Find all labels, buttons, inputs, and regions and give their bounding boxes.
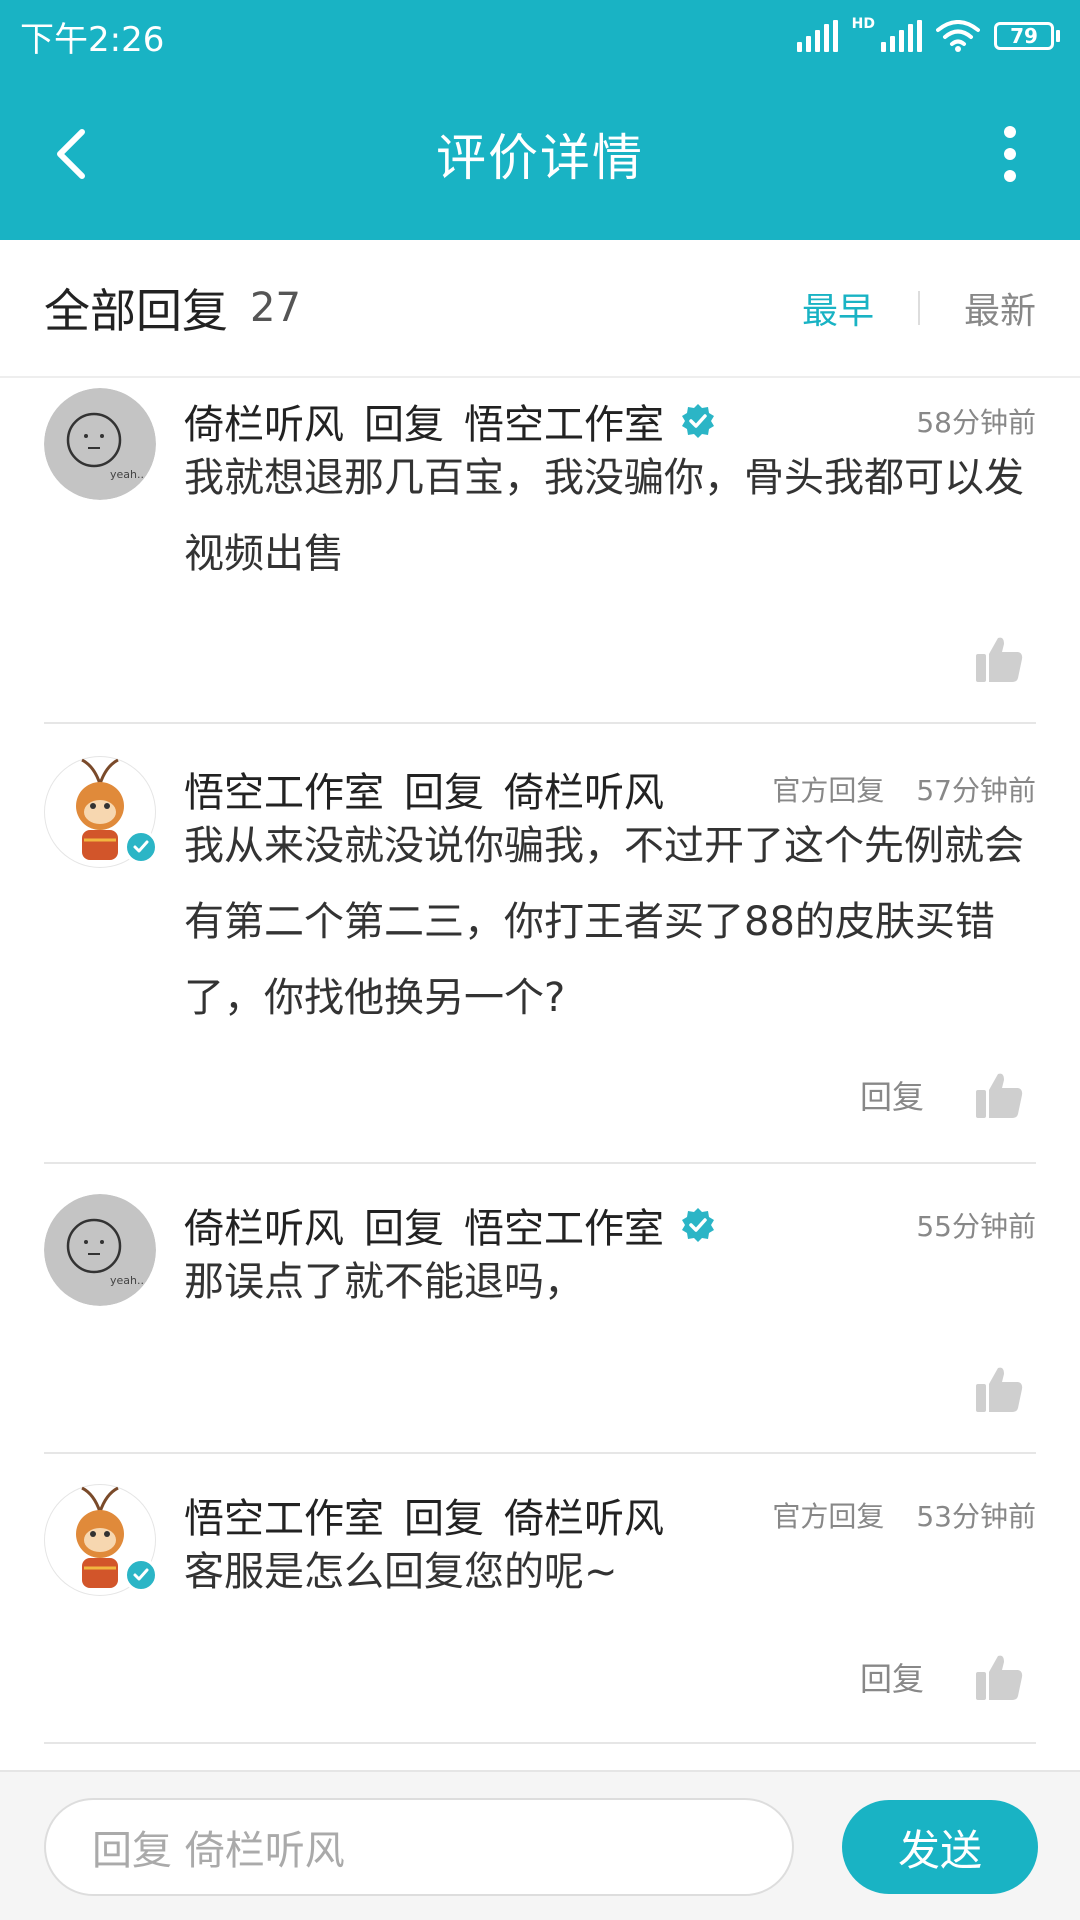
comment-meta: 55分钟前 bbox=[916, 1205, 1036, 1245]
comment-actions bbox=[974, 1364, 1024, 1414]
chevron-left-icon bbox=[57, 129, 85, 179]
avatar[interactable] bbox=[44, 1484, 158, 1596]
svg-text:yeah..: yeah.. bbox=[110, 1274, 144, 1287]
comment-time: 55分钟前 bbox=[916, 1210, 1036, 1243]
status-icons: HD 79 bbox=[796, 16, 1060, 52]
comment-actions bbox=[974, 634, 1024, 684]
status-bar: 下午2:26 HD 79 bbox=[0, 0, 1080, 72]
comment-text: 那误点了就不能退吗， bbox=[184, 1259, 584, 1305]
like-icon[interactable] bbox=[974, 1070, 1024, 1120]
avatar[interactable]: yeah.. bbox=[44, 388, 156, 500]
tab-divider bbox=[917, 291, 920, 325]
wifi-icon bbox=[936, 20, 980, 52]
reply-bar: 回复 倚栏听风 发送 bbox=[0, 1770, 1080, 1920]
verified-badge bbox=[124, 1558, 158, 1592]
verified-icon bbox=[682, 404, 714, 438]
comment-meta: 官方回复 53分钟前 bbox=[772, 1495, 1036, 1535]
comment-meta: 官方回复 57分钟前 bbox=[772, 769, 1036, 809]
comment-meta: 58分钟前 bbox=[916, 401, 1036, 441]
signal-icon-2 bbox=[881, 20, 922, 52]
comment-text: 我就想退那几百宝，我没骗你，骨头我都可以发视频出售 bbox=[184, 455, 1024, 577]
verified-icon bbox=[682, 1208, 714, 1242]
hd-label: HD bbox=[851, 16, 875, 32]
comment-text: 客服是怎么回复您的呢~ bbox=[184, 1549, 618, 1595]
signal-icon bbox=[796, 20, 838, 52]
check-icon bbox=[133, 840, 149, 853]
official-reply-tag: 官方回复 bbox=[772, 774, 885, 807]
reply-button[interactable]: 回复 bbox=[860, 1654, 924, 1700]
replies-header: 全部回复 27 最早 最新 bbox=[0, 240, 1080, 378]
battery-level: 79 bbox=[994, 22, 1054, 50]
user-avatar-icon: yeah.. bbox=[44, 1194, 156, 1306]
send-button[interactable]: 发送 bbox=[842, 1800, 1038, 1894]
official-reply-tag: 官方回复 bbox=[772, 1500, 885, 1533]
all-replies-label: 全部回复 bbox=[44, 284, 228, 338]
like-icon[interactable] bbox=[974, 1364, 1024, 1414]
battery-icon: 79 bbox=[994, 22, 1060, 50]
svg-text:yeah..: yeah.. bbox=[110, 468, 144, 481]
check-icon bbox=[133, 1568, 149, 1581]
replies-count: 27 bbox=[250, 285, 301, 331]
comment-actions: 回复 bbox=[860, 1070, 1024, 1120]
comment-item: 悟空工作室 回复 倚栏听风 官方回复 53分钟前 客服是怎么回复您的呢~ 回复 bbox=[44, 1454, 1036, 1744]
user-avatar-icon: yeah.. bbox=[44, 388, 156, 500]
sort-tabs: 最早 最新 bbox=[802, 282, 1036, 334]
reply-button[interactable]: 回复 bbox=[860, 1072, 924, 1118]
comment-time: 57分钟前 bbox=[916, 774, 1036, 807]
comment-list: yeah.. 倚栏听风 回复 悟空工作室 58分钟前 我就想退那几百宝，我没骗你… bbox=[0, 380, 1080, 1744]
comment-actions: 回复 bbox=[860, 1652, 1024, 1702]
tab-latest[interactable]: 最新 bbox=[964, 282, 1036, 334]
back-button[interactable] bbox=[40, 124, 100, 184]
avatar[interactable]: yeah.. bbox=[44, 1194, 156, 1306]
more-menu-button[interactable] bbox=[980, 124, 1040, 184]
comment-text: 我从来没就没说你骗我，不过开了这个先例就会有第二个第二三，你打王者买了88的皮肤… bbox=[184, 823, 1024, 1021]
comment-item: yeah.. 倚栏听风 回复 悟空工作室 58分钟前 我就想退那几百宝，我没骗你… bbox=[44, 380, 1036, 724]
app-root: 下午2:26 HD 79 评价详情 全部回复 27 最早 最新 yeah.. 倚… bbox=[0, 0, 1080, 1920]
tab-earliest[interactable]: 最早 bbox=[802, 282, 874, 334]
like-icon[interactable] bbox=[974, 1652, 1024, 1702]
comment-time: 58分钟前 bbox=[916, 406, 1036, 439]
comment-item: yeah.. 倚栏听风 回复 悟空工作室 55分钟前 那误点了就不能退吗， bbox=[44, 1164, 1036, 1454]
comment-item: 悟空工作室 回复 倚栏听风 官方回复 57分钟前 我从来没就没说你骗我，不过开了… bbox=[44, 724, 1036, 1164]
comment-time: 53分钟前 bbox=[916, 1500, 1036, 1533]
status-time: 下午2:26 bbox=[20, 19, 165, 60]
like-icon[interactable] bbox=[974, 634, 1024, 684]
more-dots-icon bbox=[1004, 126, 1016, 138]
page-title: 评价详情 bbox=[436, 129, 644, 187]
top-bar: 下午2:26 HD 79 评价详情 bbox=[0, 0, 1080, 240]
reply-input[interactable]: 回复 倚栏听风 bbox=[44, 1798, 794, 1896]
verified-badge bbox=[124, 830, 158, 864]
header: 评价详情 bbox=[0, 84, 1080, 224]
avatar[interactable] bbox=[44, 756, 158, 868]
